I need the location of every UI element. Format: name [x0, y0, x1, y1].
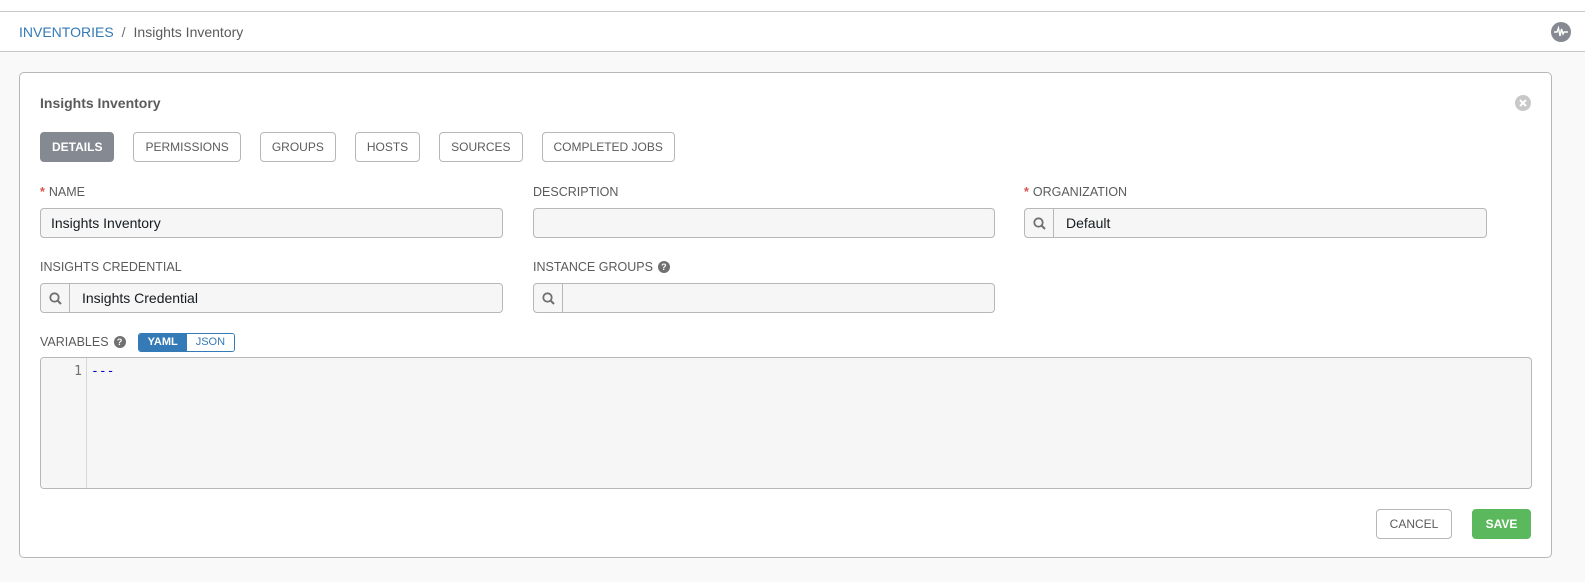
yaml-toggle-button[interactable]: YAML — [138, 333, 187, 351]
tab-sources[interactable]: SOURCES — [439, 132, 523, 162]
close-icon[interactable] — [1515, 95, 1531, 111]
breadcrumb-separator: / — [121, 23, 126, 40]
variables-label-text: VARIABLES — [40, 335, 109, 349]
panel-title: Insights Inventory — [40, 95, 161, 111]
json-toggle-button[interactable]: JSON — [186, 333, 235, 351]
insights-credential-lookup[interactable]: Insights Credential — [40, 283, 503, 313]
name-label: * NAME — [40, 184, 503, 200]
tab-groups[interactable]: GROUPS — [259, 132, 336, 162]
variables-format-toggle: YAML JSON — [137, 332, 236, 352]
variables-label: VARIABLES ? YAML JSON — [40, 332, 236, 352]
insights-credential-label: INSIGHTS CREDENTIAL — [40, 260, 182, 274]
breadcrumb-inventories-link[interactable]: INVENTORIES — [19, 24, 114, 40]
description-label: DESCRIPTION — [533, 185, 619, 199]
tab-bar: DETAILS PERMISSIONS GROUPS HOSTS SOURCES… — [40, 132, 694, 162]
line-number-gutter: 1 — [41, 358, 87, 488]
save-button[interactable]: SAVE — [1472, 509, 1531, 539]
code-area[interactable]: --- — [87, 358, 1531, 488]
search-icon[interactable] — [41, 284, 70, 312]
organization-lookup[interactable]: Default — [1024, 208, 1487, 238]
organization-label: * ORGANIZATION — [1024, 184, 1487, 200]
breadcrumb-current: Insights Inventory — [133, 23, 244, 40]
breadcrumb: INVENTORIES / Insights Inventory — [0, 12, 1585, 52]
name-label-text: NAME — [48, 185, 85, 199]
search-icon[interactable] — [1025, 209, 1054, 237]
code-line: --- — [91, 364, 115, 379]
instance-groups-lookup[interactable] — [533, 283, 995, 313]
organization-field: * ORGANIZATION Default — [1024, 184, 1487, 238]
tab-completed-jobs[interactable]: COMPLETED JOBS — [541, 132, 675, 162]
organization-label-text: ORGANIZATION — [1032, 185, 1128, 199]
name-input-value: Insights Inventory — [51, 215, 161, 231]
variables-code-editor[interactable]: 1 --- — [40, 357, 1532, 489]
tab-permissions[interactable]: PERMISSIONS — [133, 132, 241, 162]
instance-groups-label: INSTANCE GROUPS ? — [533, 259, 995, 275]
description-field: DESCRIPTION — [533, 184, 995, 238]
insights-credential-value: Insights Credential — [82, 290, 198, 306]
required-asterisk: * — [1024, 185, 1029, 199]
name-input[interactable]: Insights Inventory — [40, 208, 503, 238]
line-number: 1 — [74, 364, 82, 379]
form-actions: CANCEL SAVE — [1376, 509, 1531, 539]
cancel-button[interactable]: CANCEL — [1376, 509, 1452, 539]
name-field: * NAME Insights Inventory — [40, 184, 503, 238]
tab-details[interactable]: DETAILS — [40, 132, 115, 162]
description-input[interactable] — [533, 208, 995, 238]
inventory-form-panel: Insights Inventory DETAILS PERMISSIONS G… — [19, 72, 1552, 558]
activity-stream-icon[interactable] — [1551, 22, 1571, 42]
help-icon[interactable]: ? — [113, 336, 126, 348]
required-asterisk: * — [40, 185, 45, 199]
variables-field: VARIABLES ? YAML JSON — [40, 332, 236, 352]
help-icon[interactable]: ? — [657, 261, 670, 273]
insights-credential-field: INSIGHTS CREDENTIAL Insights Credential — [40, 259, 503, 313]
search-icon[interactable] — [534, 284, 563, 312]
organization-value: Default — [1066, 215, 1111, 231]
instance-groups-field: INSTANCE GROUPS ? — [533, 259, 995, 313]
tab-hosts[interactable]: HOSTS — [354, 132, 421, 162]
instance-groups-label-text: INSTANCE GROUPS — [533, 260, 653, 274]
top-strip — [0, 0, 1585, 12]
